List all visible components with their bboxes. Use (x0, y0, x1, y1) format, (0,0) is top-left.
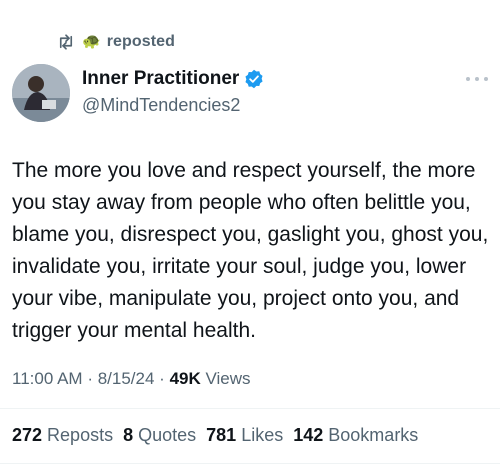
repost-icon (56, 32, 76, 52)
reposts-stat[interactable]: 272 Reposts (12, 425, 113, 446)
turtle-emoji-icon: 🐢 (82, 33, 101, 50)
post-date[interactable]: 8/15/24 (98, 369, 155, 388)
post-time[interactable]: 11:00 AM (12, 369, 83, 388)
verified-badge-icon[interactable] (244, 69, 264, 89)
quotes-stat[interactable]: 8 Quotes (123, 425, 196, 446)
post-text: The more you love and respect yourself, … (12, 159, 489, 342)
reposted-label[interactable]: reposted (107, 33, 175, 51)
repost-header: 🐢 reposted (56, 31, 175, 53)
divider (0, 408, 500, 409)
views-label: Views (205, 369, 251, 388)
engagement-stats: 272 Reposts 8 Quotes 781 Likes 142 Bookmarks (12, 425, 418, 446)
author-name-row: Inner Practitioner (82, 68, 264, 90)
avatar[interactable] (12, 64, 70, 122)
divider (0, 463, 500, 464)
more-options-icon[interactable] (466, 70, 488, 88)
likes-stat[interactable]: 781 Likes (206, 425, 283, 446)
views-count: 49K (169, 369, 201, 388)
author-handle[interactable]: @MindTendencies2 (82, 95, 240, 116)
display-name[interactable]: Inner Practitioner (82, 68, 239, 90)
bookmarks-stat[interactable]: 142 Bookmarks (293, 425, 418, 446)
post-meta: 11:00 AM · 8/15/24 · 49K Views (12, 369, 251, 388)
